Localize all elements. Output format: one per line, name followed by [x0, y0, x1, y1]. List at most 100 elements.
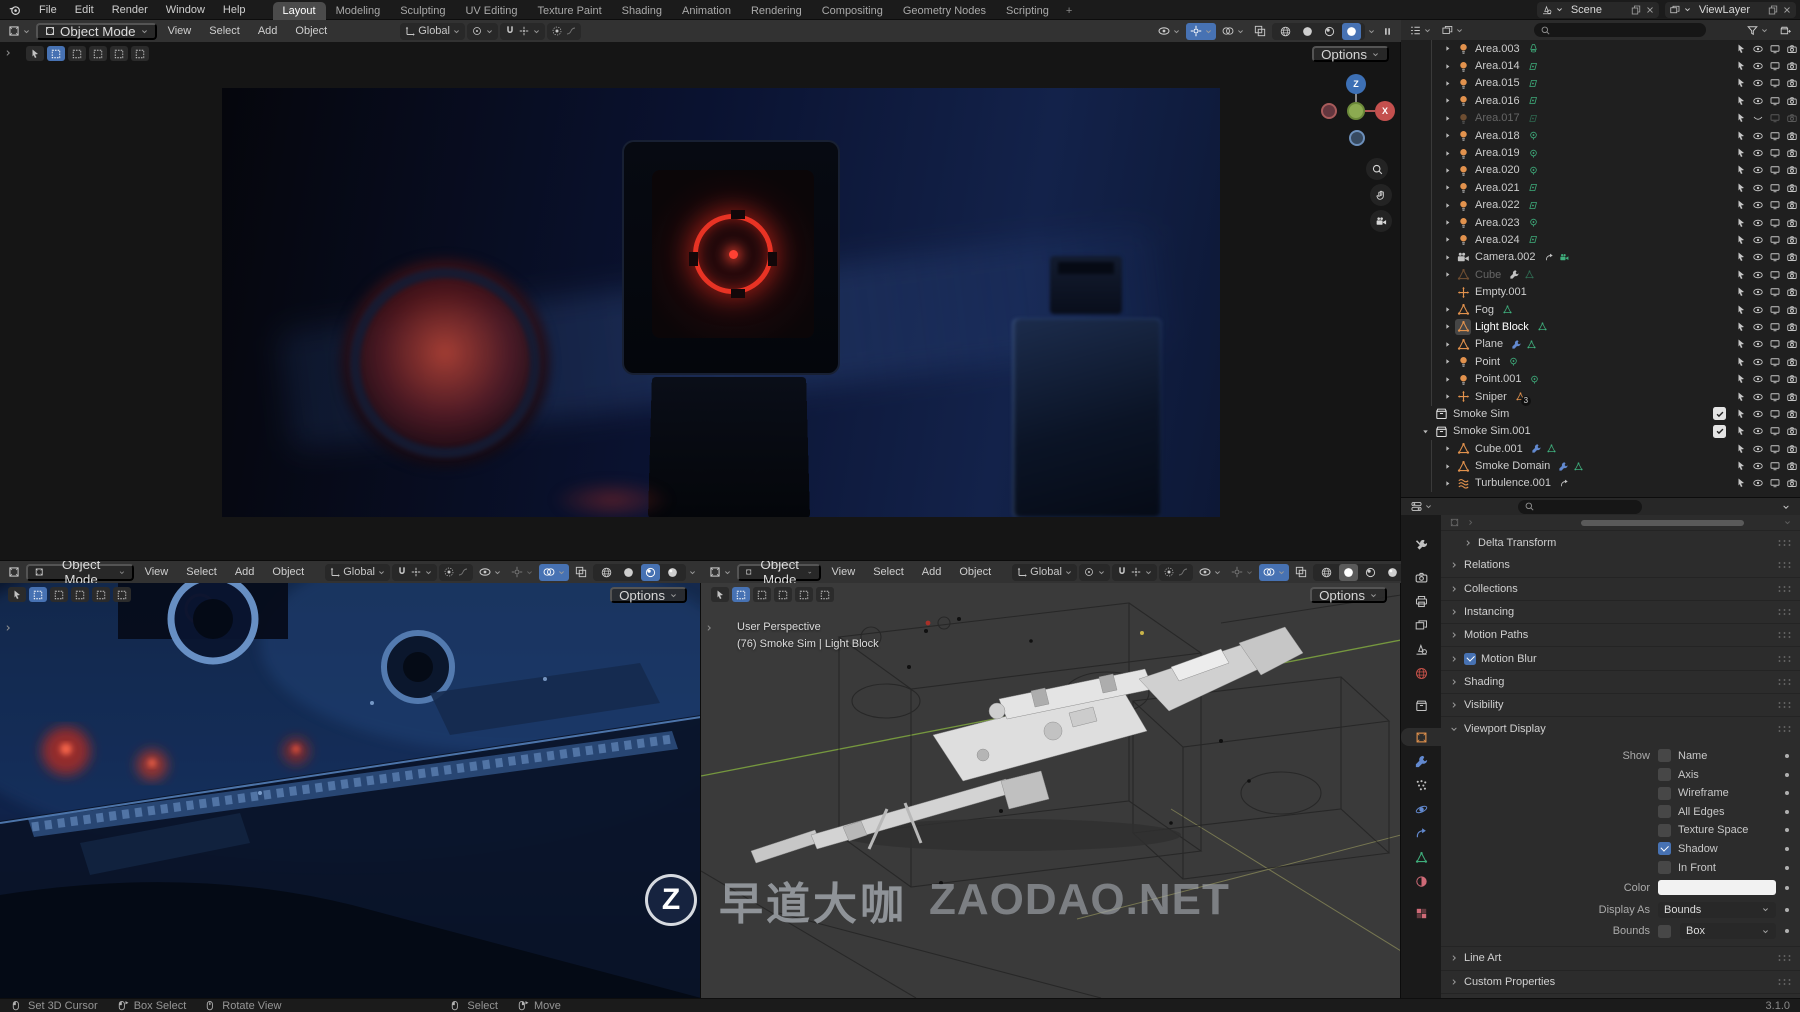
panel-header[interactable]: Motion Paths — [1441, 624, 1800, 647]
filter-button[interactable] — [1743, 22, 1772, 39]
disable-in-renders-toggle[interactable] — [1783, 199, 1800, 211]
animate-dot[interactable] — [1785, 929, 1789, 933]
panel-header[interactable]: Line Art — [1441, 947, 1800, 970]
expand-arrow-icon[interactable] — [1443, 149, 1455, 158]
disable-in-viewports-toggle[interactable] — [1766, 391, 1783, 403]
new-viewlayer-icon[interactable] — [1767, 4, 1779, 16]
animate-dot[interactable] — [1785, 908, 1789, 912]
expand-arrow-icon[interactable] — [1443, 96, 1455, 105]
selectable-toggle[interactable] — [1732, 286, 1749, 298]
header-toggle-button[interactable] — [1250, 23, 1270, 40]
animate-dot[interactable] — [1785, 886, 1789, 890]
select-tool-button[interactable] — [711, 587, 729, 602]
outliner-row[interactable]: Plane — [1401, 336, 1800, 353]
panel-drag-handle[interactable] — [1777, 561, 1792, 569]
editor-type-icon[interactable] — [4, 23, 34, 40]
expand-arrow-icon[interactable] — [1443, 62, 1455, 71]
disable-in-viewports-toggle[interactable] — [1766, 251, 1783, 263]
selectable-toggle[interactable] — [1732, 95, 1749, 107]
properties-tab[interactable] — [1401, 664, 1441, 682]
disable-in-renders-toggle[interactable] — [1783, 338, 1800, 350]
properties-tab[interactable] — [1401, 536, 1441, 554]
workspace-tab[interactable]: Compositing — [812, 2, 893, 20]
properties-options-chevron[interactable] — [1778, 498, 1794, 515]
gizmo-z-axis[interactable]: Z — [1346, 74, 1366, 94]
outliner-row[interactable]: Smoke Sim — [1401, 405, 1800, 422]
header-toggle-button[interactable] — [1186, 23, 1216, 40]
option-checkbox[interactable] — [1658, 787, 1671, 800]
properties-tab[interactable] — [1401, 824, 1441, 842]
selectable-toggle[interactable] — [1732, 460, 1749, 472]
select-tool-button[interactable] — [47, 46, 65, 61]
disable-in-renders-toggle[interactable] — [1783, 60, 1800, 72]
proportional-editing-controls[interactable] — [1159, 564, 1193, 581]
disable-in-viewports-toggle[interactable] — [1766, 130, 1783, 142]
selectable-toggle[interactable] — [1732, 356, 1749, 368]
hide-in-viewport-toggle[interactable] — [1749, 286, 1766, 298]
outliner-row[interactable]: Light Block — [1401, 318, 1800, 335]
shading-mode-button[interactable] — [1276, 23, 1295, 40]
properties-tab[interactable] — [1401, 752, 1441, 770]
disable-in-viewports-toggle[interactable] — [1766, 112, 1783, 124]
editor-type-icon[interactable] — [4, 564, 24, 581]
disable-in-renders-toggle[interactable] — [1783, 269, 1800, 281]
expand-arrow-icon[interactable] — [1421, 427, 1433, 436]
hide-in-viewport-toggle[interactable] — [1749, 199, 1766, 211]
disable-in-renders-toggle[interactable] — [1783, 460, 1800, 472]
panel-drag-handle[interactable] — [1777, 725, 1792, 733]
disable-in-renders-toggle[interactable] — [1783, 164, 1800, 176]
disable-in-viewports-toggle[interactable] — [1766, 147, 1783, 159]
disable-in-viewports-toggle[interactable] — [1766, 269, 1783, 281]
hide-in-viewport-toggle[interactable] — [1749, 130, 1766, 142]
expand-arrow-icon[interactable] — [1443, 479, 1455, 488]
disable-in-renders-toggle[interactable] — [1783, 356, 1800, 368]
disable-in-viewports-toggle[interactable] — [1766, 460, 1783, 472]
disable-in-viewports-toggle[interactable] — [1766, 95, 1783, 107]
select-tool-button[interactable] — [8, 587, 26, 602]
outliner-row[interactable]: Camera.002 — [1401, 249, 1800, 266]
disable-in-viewports-toggle[interactable] — [1766, 443, 1783, 455]
shading-mode-button[interactable] — [1383, 564, 1401, 581]
properties-tab[interactable] — [1401, 776, 1441, 794]
new-collection-button[interactable] — [1776, 22, 1795, 39]
viewport-menu-item[interactable]: View — [159, 25, 201, 37]
properties-tab[interactable] — [1401, 616, 1441, 634]
panel-header[interactable]: Instancing — [1441, 601, 1800, 624]
selectable-toggle[interactable] — [1732, 147, 1749, 159]
display-mode-dropdown[interactable] — [1438, 22, 1467, 39]
outliner-row[interactable]: Area.024 — [1401, 231, 1800, 248]
outliner-row[interactable]: Empty.001 — [1401, 283, 1800, 300]
panel-drag-handle[interactable] — [1777, 701, 1792, 709]
option-checkbox[interactable] — [1658, 768, 1671, 781]
option-checkbox[interactable] — [1658, 861, 1671, 874]
animate-dot[interactable] — [1785, 810, 1789, 814]
options-button[interactable]: Options — [1312, 46, 1389, 62]
selectable-toggle[interactable] — [1732, 60, 1749, 72]
pause-render-button[interactable] — [1378, 23, 1397, 40]
unlink-scene-icon[interactable] — [1645, 5, 1655, 15]
collection-checkbox[interactable] — [1713, 407, 1726, 420]
workspace-tab[interactable]: Modeling — [326, 2, 391, 20]
disable-in-renders-toggle[interactable] — [1783, 251, 1800, 263]
mode-dropdown[interactable]: Object Mode — [26, 564, 134, 581]
disable-in-viewports-toggle[interactable] — [1766, 286, 1783, 298]
toolbar-expand-arrow[interactable] — [704, 623, 714, 633]
shading-mode-button[interactable] — [1342, 23, 1361, 40]
option-checkbox[interactable] — [1658, 805, 1671, 818]
expand-arrow-icon[interactable] — [1443, 114, 1455, 123]
hide-in-viewport-toggle[interactable] — [1749, 234, 1766, 246]
expand-arrow-icon[interactable] — [1443, 253, 1455, 262]
outliner-row[interactable]: Fog — [1401, 301, 1800, 318]
header-toggle-button[interactable] — [539, 564, 569, 581]
selectable-toggle[interactable] — [1732, 425, 1749, 437]
outliner-row[interactable]: Area.015 — [1401, 75, 1800, 92]
selectable-toggle[interactable] — [1732, 77, 1749, 89]
editor-type-icon[interactable] — [1406, 22, 1435, 39]
panel-header[interactable]: Custom Properties — [1441, 971, 1800, 994]
hide-in-viewport-toggle[interactable] — [1749, 391, 1766, 403]
disable-in-viewports-toggle[interactable] — [1766, 356, 1783, 368]
expand-arrow-icon[interactable] — [1443, 322, 1455, 331]
expand-arrow-icon[interactable] — [1443, 375, 1455, 384]
viewport-menu-item[interactable]: Object — [950, 566, 1000, 578]
hide-in-viewport-toggle[interactable] — [1749, 164, 1766, 176]
